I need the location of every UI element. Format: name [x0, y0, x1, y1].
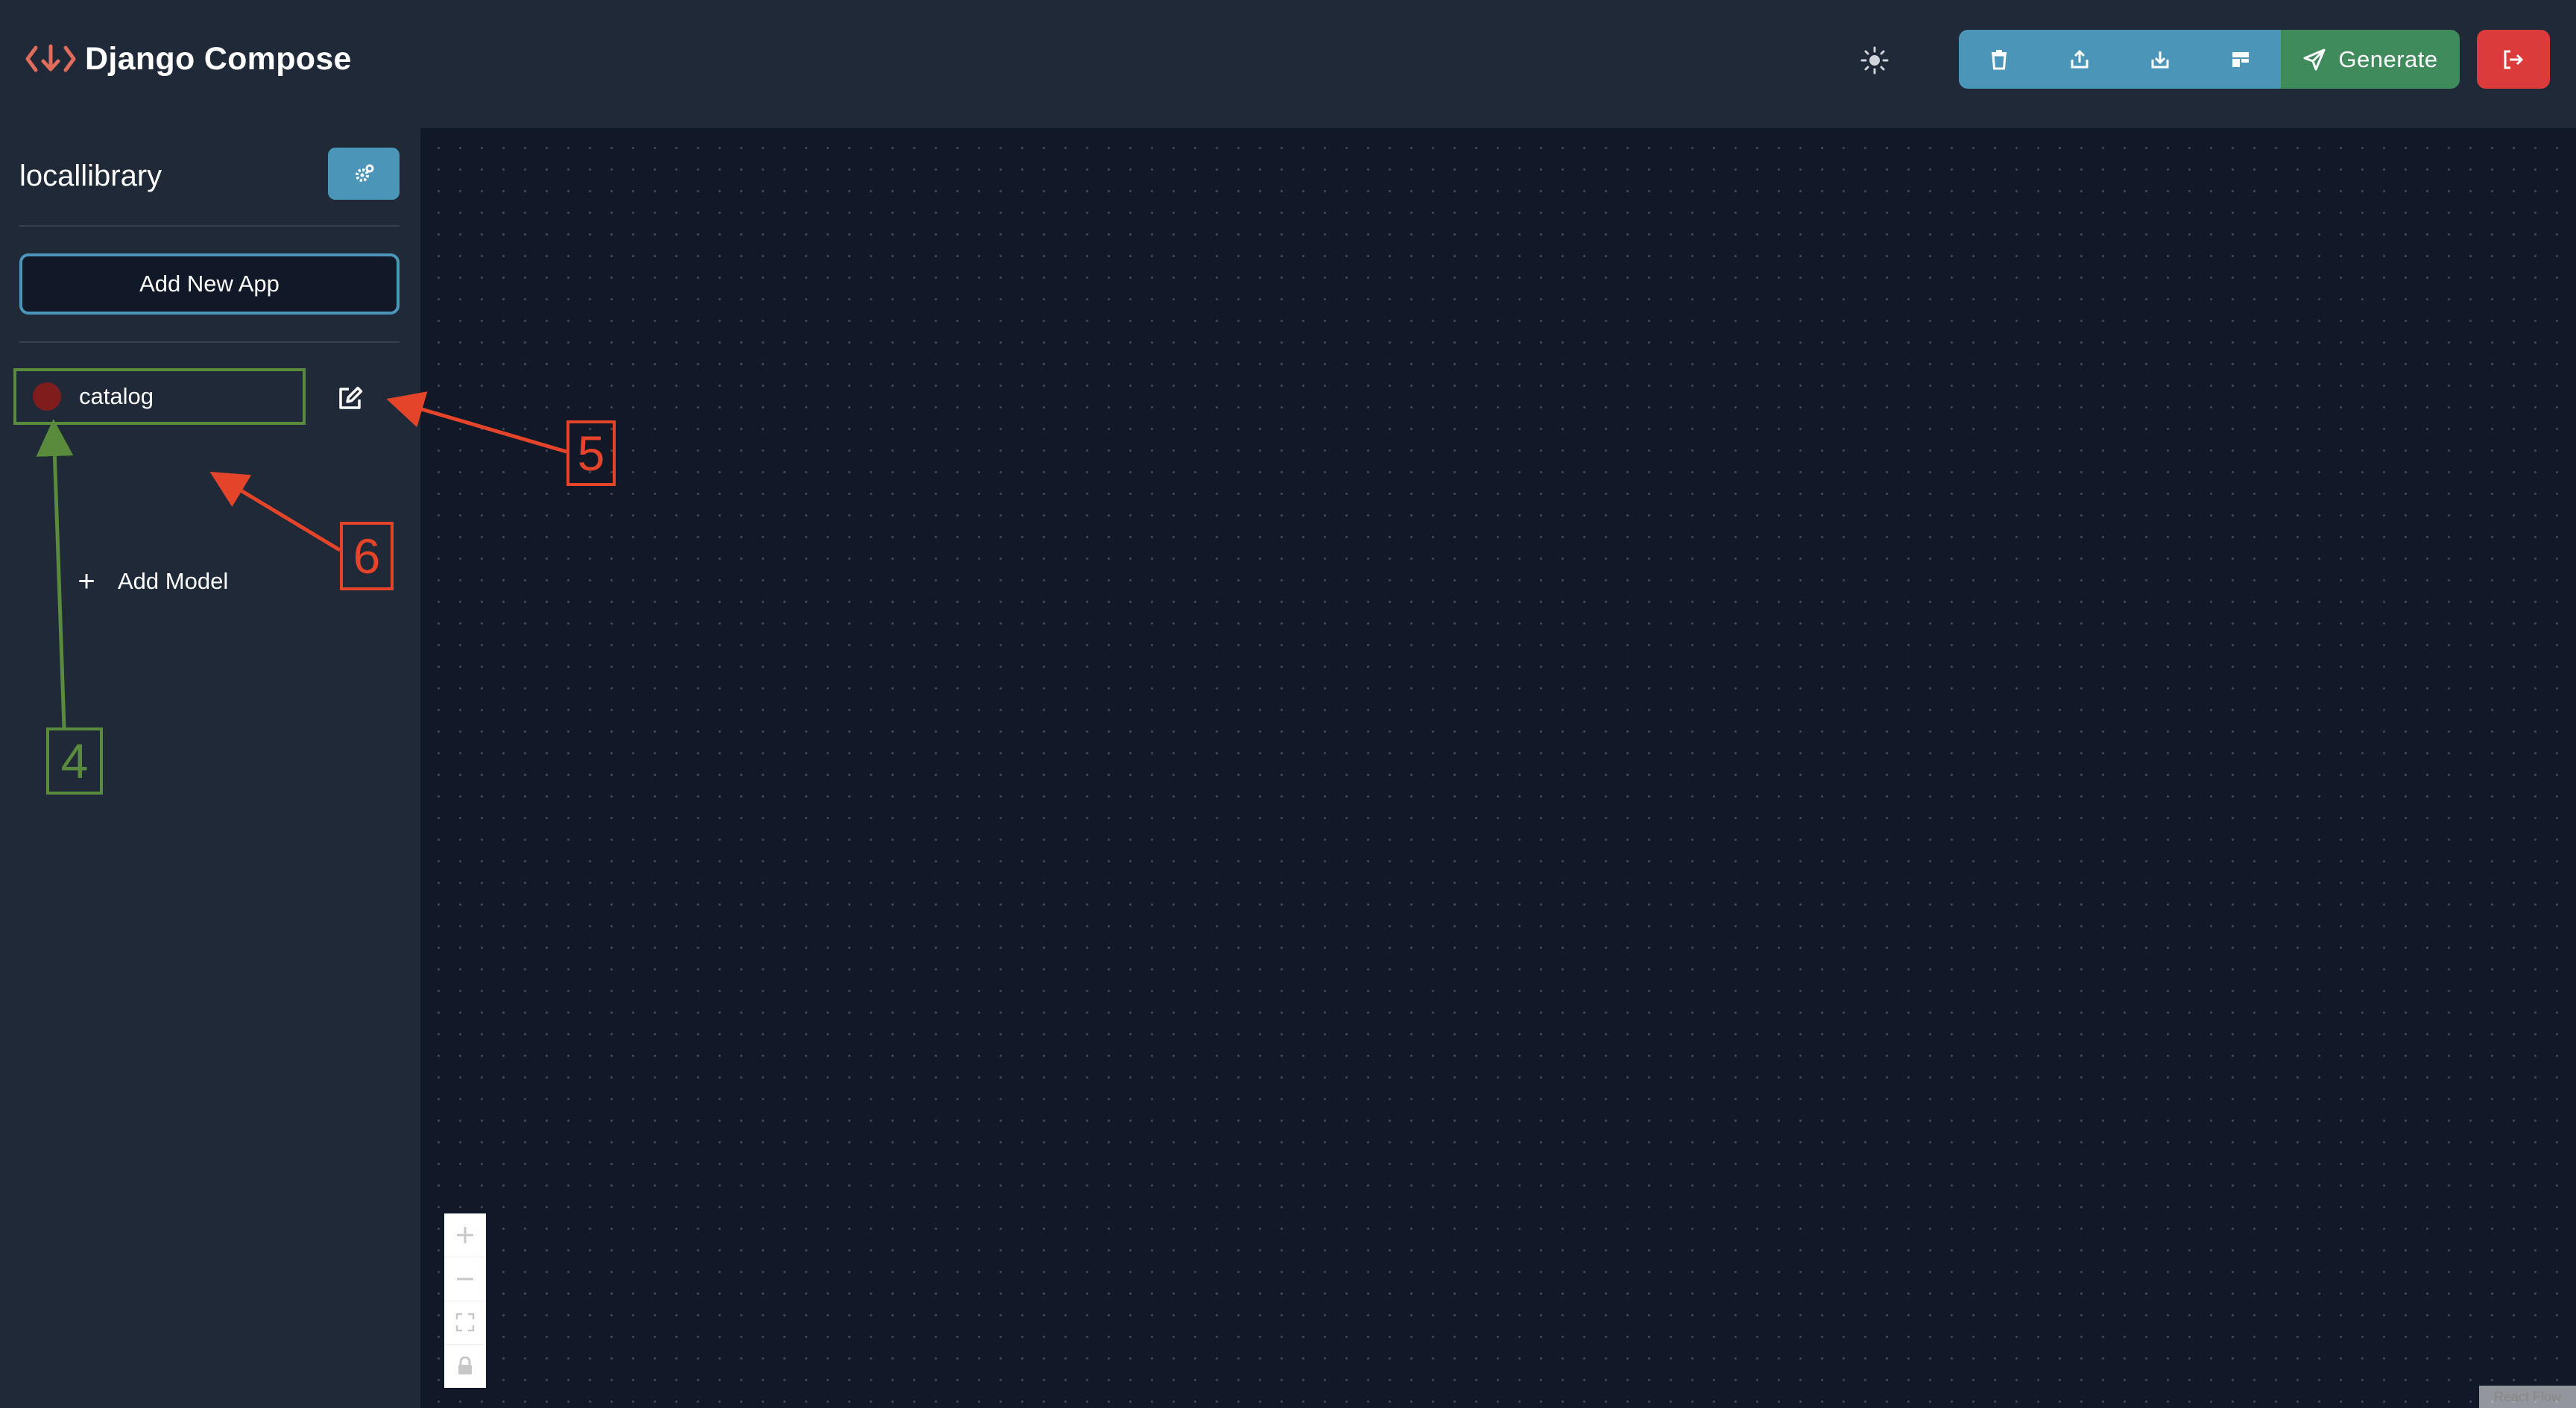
download-icon	[2151, 51, 2169, 68]
annotation-label-4: 4	[46, 727, 103, 795]
add-model-label: Add Model	[118, 568, 229, 594]
project-settings-button[interactable]	[328, 148, 400, 200]
zoom-in-button[interactable]	[444, 1213, 486, 1257]
edit-icon	[339, 386, 363, 409]
app-item-catalog[interactable]: catalog	[13, 368, 306, 425]
app-root: Django Compose Generate locallibrary Add…	[0, 0, 2576, 1408]
sidebar-divider	[19, 341, 400, 343]
flow-canvas[interactable]: React Flow	[420, 128, 2576, 1408]
annotation-label-6: 6	[340, 522, 394, 590]
fit-view-icon	[455, 1313, 475, 1332]
zoom-out-button[interactable]	[444, 1257, 486, 1301]
generate-label: Generate	[2338, 45, 2438, 72]
sign-out-icon	[2504, 50, 2524, 69]
upload-icon	[2071, 49, 2089, 68]
zoom-controls	[444, 1213, 486, 1388]
send-icon	[2303, 48, 2326, 70]
fit-view-button[interactable]	[444, 1301, 486, 1345]
edit-app-button[interactable]	[334, 382, 367, 414]
trash-icon	[1992, 49, 2007, 69]
export-button[interactable]	[2039, 30, 2120, 89]
attribution-link[interactable]: React Flow	[2479, 1386, 2576, 1408]
generate-button[interactable]: Generate	[2281, 30, 2460, 89]
annotation-label-5: 5	[566, 420, 616, 486]
sun-icon	[1860, 46, 1889, 75]
theme-toggle-button[interactable]	[1856, 42, 1893, 79]
app-item-label: catalog	[79, 383, 154, 409]
zoom-in-icon	[457, 1226, 473, 1243]
gear-icon	[356, 164, 374, 182]
layout-button[interactable]	[2200, 30, 2281, 89]
sidebar-divider	[19, 225, 400, 227]
app-title: Django Compose	[85, 41, 352, 77]
project-name: locallibrary	[19, 160, 162, 192]
app-color-dot	[33, 382, 61, 411]
add-new-app-button[interactable]: Add New App	[19, 253, 400, 315]
zoom-out-icon	[457, 1278, 473, 1281]
header: Django Compose Generate	[0, 0, 2576, 128]
delete-button[interactable]	[1959, 30, 2039, 89]
layout-icon	[2232, 51, 2249, 67]
add-model-button[interactable]: + Add Model	[73, 566, 228, 596]
plus-icon: +	[78, 565, 95, 598]
toolbar-group: Generate	[1959, 30, 2460, 89]
lock-icon	[458, 1357, 472, 1375]
lock-button[interactable]	[444, 1345, 486, 1388]
code-download-icon	[25, 44, 76, 72]
logout-button[interactable]	[2477, 30, 2550, 89]
import-button[interactable]	[2120, 30, 2200, 89]
